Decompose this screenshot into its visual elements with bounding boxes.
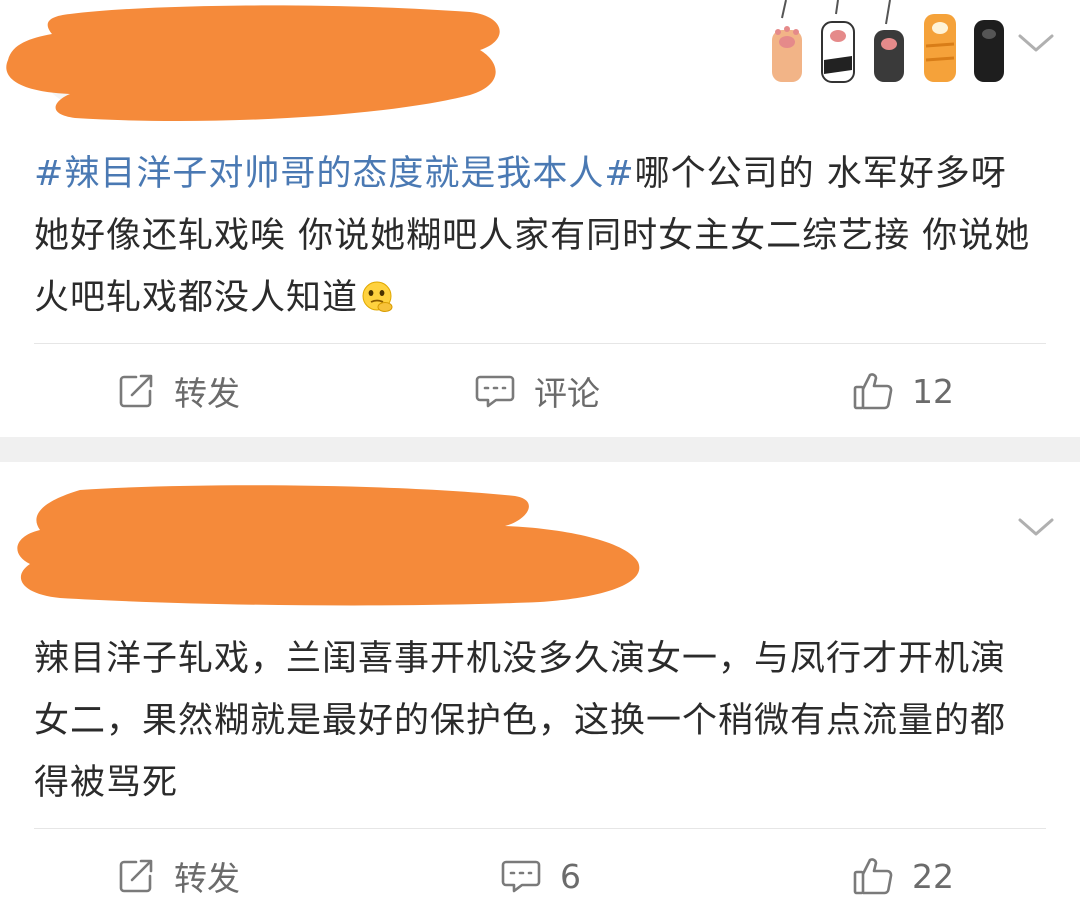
weibo-post-2: 辣目洋子轧戏，兰闺喜事开机没多久演女一，与凤行才开机演女二，果然糊就是最好的保护…	[0, 462, 1080, 902]
like-count: 12	[912, 371, 954, 411]
like-button[interactable]: 12	[852, 361, 954, 421]
comment-label: 评论	[534, 374, 600, 413]
chevron-down-icon[interactable]	[1016, 512, 1056, 542]
comment-bubble-icon	[501, 860, 541, 893]
weibo-post-1: #辣目洋子对帅哥的态度就是我本人#哪个公司的 水军好多呀 她好像还轧戏唉 你说她…	[0, 0, 1080, 437]
post-text: #辣目洋子对帅哥的态度就是我本人#哪个公司的 水军好多呀 她好像还轧戏唉 你说她…	[34, 143, 1040, 329]
like-button[interactable]: 22	[852, 846, 954, 906]
repost-label: 转发	[174, 374, 240, 413]
thinking-emoji-icon	[362, 281, 393, 312]
edit-square-icon	[119, 374, 153, 408]
post-text: 辣目洋子轧戏，兰闺喜事开机没多久演女一，与凤行才开机演女二，果然糊就是最好的保护…	[34, 639, 1007, 803]
divider	[34, 343, 1046, 344]
repost-button[interactable]: 转发	[116, 361, 240, 421]
action-bar: 转发 6 22	[0, 846, 1080, 906]
thumbs-up-icon	[853, 373, 893, 410]
redaction-mark	[6, 5, 500, 122]
edit-square-icon	[119, 859, 153, 893]
repost-label: 转发	[174, 859, 240, 898]
post-separator	[0, 437, 1080, 462]
comment-button[interactable]: 6	[500, 846, 581, 906]
hashtag-link[interactable]: #辣目洋子对帅哥的态度就是我本人#	[34, 154, 635, 194]
repost-button[interactable]: 转发	[116, 846, 240, 906]
redaction-mark	[17, 485, 640, 606]
action-bar: 转发 评论 12	[0, 361, 1080, 421]
divider	[34, 828, 1046, 829]
comment-button[interactable]: 评论	[474, 361, 600, 421]
thumbs-up-icon	[853, 858, 893, 895]
like-count: 22	[912, 856, 954, 896]
cat-paws-icon	[772, 0, 1004, 83]
comment-count: 6	[560, 856, 581, 896]
chevron-down-icon[interactable]	[1016, 28, 1056, 58]
comment-bubble-icon	[475, 375, 515, 408]
